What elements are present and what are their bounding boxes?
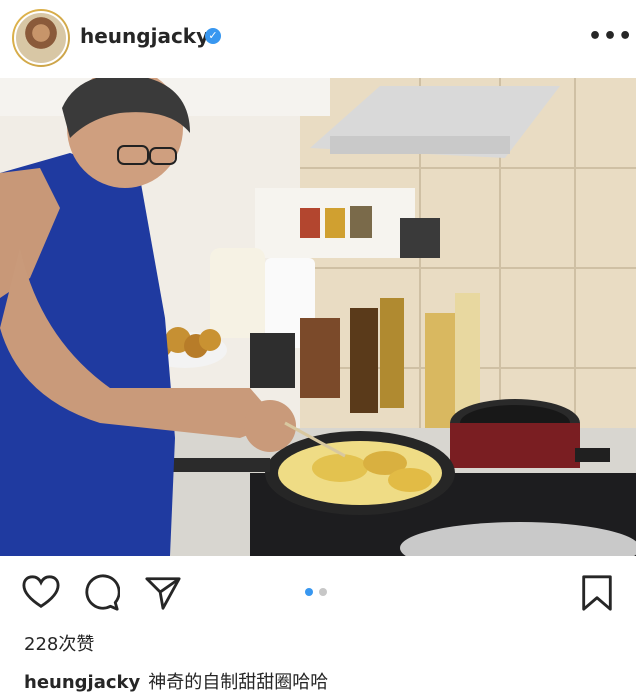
kitchen-photo <box>0 78 636 556</box>
comment-icon[interactable] <box>82 574 120 612</box>
bookmark-icon[interactable] <box>578 574 616 612</box>
share-icon[interactable] <box>144 574 182 612</box>
caption-username[interactable]: heungjacky <box>24 672 140 693</box>
avatar[interactable] <box>12 9 70 67</box>
caption-text: 神奇的自制甜甜圈哈哈 <box>148 672 329 693</box>
carousel-dot-active <box>305 588 313 596</box>
post-header: heungjacky ✓ ••• <box>0 0 636 78</box>
likes-count[interactable]: 228次赞 <box>24 630 94 656</box>
post-username[interactable]: heungjacky <box>80 24 209 48</box>
post-photo[interactable] <box>0 78 636 556</box>
carousel-indicator <box>305 588 327 596</box>
heart-icon[interactable] <box>22 574 60 612</box>
carousel-dot <box>319 588 327 596</box>
post-caption: heungjacky 神奇的自制甜甜圈哈哈 <box>24 668 328 694</box>
verified-badge-icon: ✓ <box>205 28 221 44</box>
avatar-image <box>14 11 68 65</box>
more-options-icon[interactable]: ••• <box>588 24 633 49</box>
